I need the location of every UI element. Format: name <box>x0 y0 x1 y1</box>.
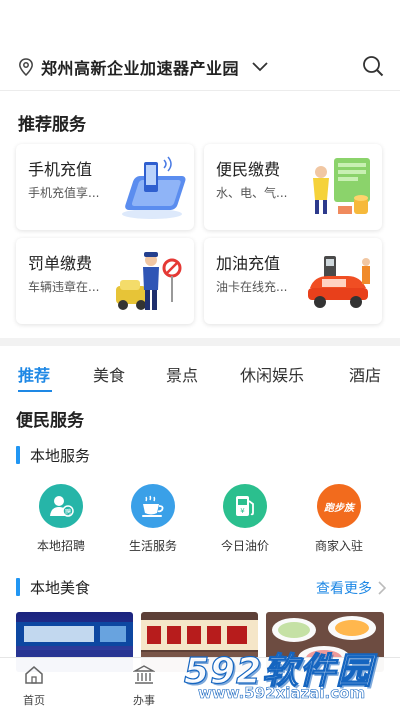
active-tab-indicator <box>18 390 52 392</box>
local-services-title: 本地服务 <box>30 447 91 465</box>
service-local-recruit[interactable]: 聘 本地招聘 <box>26 484 96 554</box>
coffee-icon <box>131 484 175 528</box>
nav-affairs[interactable]: 办事 <box>119 664 169 708</box>
tab-food[interactable]: 美食 <box>93 362 125 386</box>
service-oil-price[interactable]: ¥ 今日油价 <box>210 484 280 554</box>
service-label: 生活服务 <box>128 539 177 553</box>
card-title: 罚单缴费 <box>28 254 93 273</box>
local-food-title: 本地美食 <box>30 579 91 597</box>
recommended-title: 推荐服务 <box>18 115 86 135</box>
traffic-police-icon <box>116 252 182 310</box>
convenience-title: 便民服务 <box>16 411 84 431</box>
nav-label: 办事 <box>133 694 155 707</box>
card-title: 加油充值 <box>216 254 281 273</box>
card-phone-recharge[interactable]: 手机充值 手机充值享... <box>16 144 194 230</box>
search-icon[interactable] <box>362 55 384 77</box>
header-divider <box>0 90 400 91</box>
card-fine-payment[interactable]: 罚单缴费 车辆违章在... <box>16 238 194 324</box>
tab-scenic[interactable]: 景点 <box>166 362 198 386</box>
svg-text:¥: ¥ <box>240 507 245 515</box>
section-separator <box>0 338 400 346</box>
merchant-badge: 跑步族 <box>324 502 354 514</box>
utility-payment-icon <box>313 158 370 214</box>
tab-recommend[interactable]: 推荐 <box>18 362 50 386</box>
service-merchant-join[interactable]: 跑步族 商家入驻 <box>304 484 374 554</box>
location-selector[interactable]: 郑州高新企业加速器产业园 <box>18 52 269 82</box>
recruit-icon: 聘 <box>39 484 83 528</box>
see-more-link[interactable]: 查看更多 <box>316 578 386 598</box>
service-label: 商家入驻 <box>314 539 363 553</box>
card-desc: 车辆违章在... <box>28 280 100 294</box>
tab-leisure[interactable]: 休闲娱乐 <box>240 362 304 386</box>
category-tabs: 推荐 美食 景点 休闲娱乐 酒店 <box>0 356 400 392</box>
see-more-label: 查看更多 <box>316 581 372 597</box>
section-marker <box>16 578 20 596</box>
chevron-right-icon <box>378 581 386 595</box>
card-fuel-recharge[interactable]: 加油充值 油卡在线充... <box>204 238 382 324</box>
location-label: 郑州高新企业加速器产业园 <box>41 59 240 78</box>
fuel-station-icon <box>308 256 370 308</box>
merchant-icon: 跑步族 <box>317 484 361 528</box>
site-watermark: 592软件园 www.592xiazai.com <box>183 640 384 704</box>
tab-hotel[interactable]: 酒店 <box>349 362 381 386</box>
chevron-down-icon <box>252 62 268 72</box>
fuel-icon: ¥ <box>223 484 267 528</box>
watermark-url: www.592xiazai.com <box>198 684 366 703</box>
location-pin-icon <box>19 58 33 76</box>
phone-recharge-icon <box>122 156 186 219</box>
card-title: 便民缴费 <box>216 160 281 179</box>
section-marker <box>16 446 20 464</box>
home-icon <box>25 666 43 684</box>
service-life[interactable]: 生活服务 <box>118 484 188 554</box>
card-desc: 手机充值享... <box>28 186 100 200</box>
card-utility-payment[interactable]: 便民缴费 水、电、气... <box>204 144 382 230</box>
card-desc: 水、电、气... <box>216 186 288 200</box>
header: 郑州高新企业加速器产业园 <box>0 0 400 92</box>
government-icon <box>132 665 156 684</box>
service-label: 今日油价 <box>220 539 269 553</box>
card-title: 手机充值 <box>28 160 93 179</box>
service-label: 本地招聘 <box>36 539 85 553</box>
svg-text:聘: 聘 <box>65 508 71 516</box>
nav-home[interactable]: 首页 <box>9 664 59 708</box>
nav-label: 首页 <box>23 694 45 707</box>
card-desc: 油卡在线充... <box>216 280 288 294</box>
